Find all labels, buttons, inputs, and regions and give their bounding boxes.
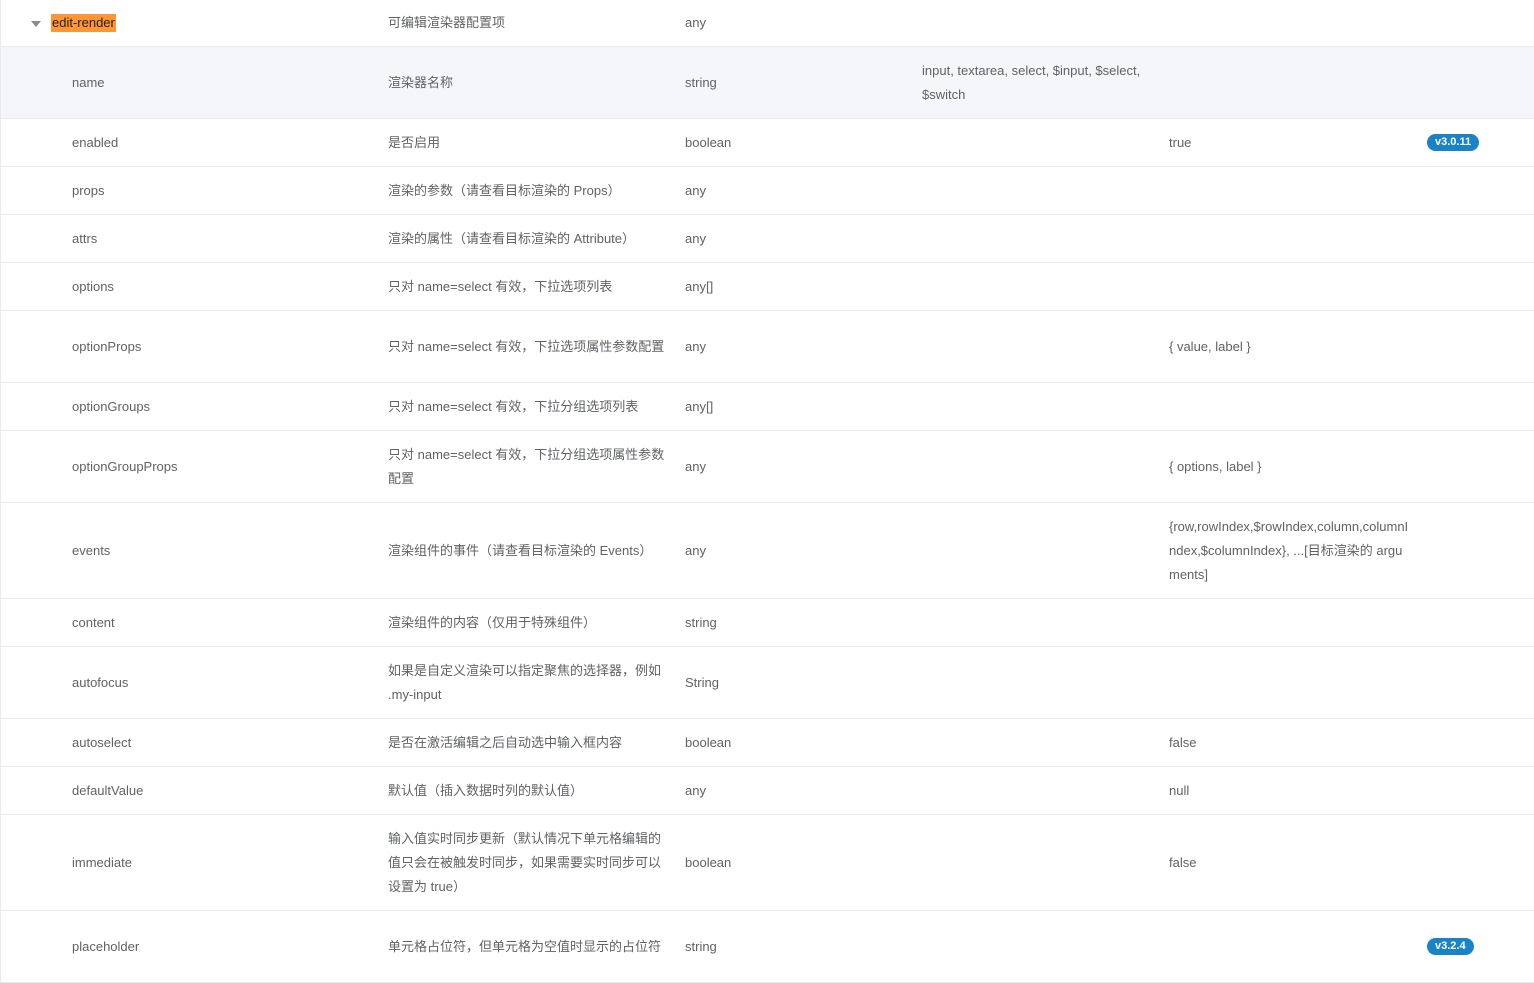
default-cell: false [1169,734,1197,750]
table-row[interactable]: attrs 渲染的属性（请查看目标渲染的 Attribute） any [1,215,1534,263]
type-cell: any [685,15,706,30]
name-cell: optionProps [72,338,142,354]
expand-caret-icon[interactable] [31,20,41,27]
table-row[interactable]: placeholder 单元格占位符，但单元格为空值时显示的占位符 string… [1,911,1534,983]
name-cell: name [72,74,105,90]
table-row[interactable]: content 渲染组件的内容（仅用于特殊组件） string [1,599,1534,647]
name-cell: autoselect [72,734,132,750]
table-row[interactable]: autofocus 如果是自定义渲染可以指定聚焦的选择器，例如 .my-inpu… [1,647,1534,719]
enum-cell: input, textarea, select, $input, $select… [922,62,1141,102]
desc-cell: 是否启用 [388,134,441,150]
type-cell: boolean [685,734,732,750]
name-cell: autofocus [72,674,129,690]
type-cell: string [685,74,717,90]
type-cell: boolean [685,134,732,150]
type-cell: any [685,230,706,246]
desc-cell: 只对 name=select 有效，下拉分组选项列表 [388,398,639,414]
table-row-parent[interactable]: edit-render 可编辑渲染器配置项 any [1,0,1534,47]
type-cell: any [685,542,706,558]
desc-cell: 只对 name=select 有效，下拉选项列表 [388,278,613,294]
name-cell: props [72,182,105,198]
desc-cell: 只对 name=select 有效，下拉分组选项属性参数配置 [388,446,665,486]
table-row[interactable]: optionProps 只对 name=select 有效，下拉选项属性参数配置… [1,311,1534,383]
desc-cell: 是否在激活编辑之后自动选中输入框内容 [388,734,623,750]
name-cell: options [72,278,114,294]
type-cell: String [685,674,719,690]
table-row[interactable]: optionGroupProps 只对 name=select 有效，下拉分组选… [1,431,1534,503]
name-cell: optionGroups [72,398,151,414]
desc-cell: 渲染组件的事件（请查看目标渲染的 Events） [388,542,653,558]
table-row[interactable]: options 只对 name=select 有效，下拉选项列表 any[] [1,263,1534,311]
default-cell: { options, label } [1169,458,1262,474]
default-cell: null [1169,782,1190,798]
desc-cell: 可编辑渲染器配置项 [388,15,506,30]
search-highlight: edit-render [51,14,116,32]
name-cell: enabled [72,134,119,150]
desc-cell: 如果是自定义渲染可以指定聚焦的选择器，例如 .my-input [388,662,662,702]
desc-cell: 输入值实时同步更新（默认情况下单元格编辑的值只会在被触发时同步，如果需要实时同步… [388,830,662,894]
table-row[interactable]: immediate 输入值实时同步更新（默认情况下单元格编辑的值只会在被触发时同… [1,815,1534,911]
default-cell: false [1169,854,1197,870]
name-cell: immediate [72,854,132,870]
type-cell: any[] [685,398,714,414]
name-cell: placeholder [72,938,140,954]
type-cell: string [685,938,717,954]
default-cell: { value, label } [1169,338,1251,354]
version-badge: v3.0.11 [1427,134,1480,151]
default-cell: {row,rowIndex,$rowIndex,column,columnInd… [1169,518,1409,582]
table-row[interactable]: events 渲染组件的事件（请查看目标渲染的 Events） any {row… [1,503,1534,599]
desc-cell: 只对 name=select 有效，下拉选项属性参数配置 [388,338,665,354]
desc-cell: 单元格占位符，但单元格为空值时显示的占位符 [388,938,662,954]
type-cell: any [685,338,706,354]
desc-cell: 渲染器名称 [388,74,454,90]
desc-cell: 渲染组件的内容（仅用于特殊组件） [388,614,597,630]
type-cell: any [685,782,706,798]
type-cell: any [685,458,706,474]
name-cell: events [72,542,111,558]
desc-cell: 渲染的参数（请查看目标渲染的 Props） [388,182,621,198]
name-cell: defaultValue [72,782,144,798]
desc-cell: 渲染的属性（请查看目标渲染的 Attribute） [388,230,636,246]
version-cell: v3.2.4 [1427,911,1527,982]
table-row[interactable]: autoselect 是否在激活编辑之后自动选中输入框内容 boolean fa… [1,719,1534,767]
type-cell: boolean [685,854,732,870]
version-cell: v3.0.11 [1427,119,1527,166]
type-cell: string [685,614,717,630]
table-row[interactable]: name 渲染器名称 string input, textarea, selec… [1,47,1534,119]
type-cell: any [685,182,706,198]
name-cell: edit-render [31,0,116,46]
table-row[interactable]: optionGroups 只对 name=select 有效，下拉分组选项列表 … [1,383,1534,431]
default-cell: true [1169,134,1192,150]
name-cell: content [72,614,115,630]
name-cell: optionGroupProps [72,458,178,474]
table-row[interactable]: props 渲染的参数（请查看目标渲染的 Props） any [1,167,1534,215]
desc-cell: 默认值（插入数据时列的默认值） [388,782,584,798]
type-cell: any[] [685,278,714,294]
api-table: edit-render 可编辑渲染器配置项 any name 渲染器名称 str… [0,0,1534,983]
version-badge: v3.2.4 [1427,938,1474,955]
table-row[interactable]: defaultValue 默认值（插入数据时列的默认值） any null [1,767,1534,815]
name-cell: attrs [72,230,98,246]
table-row[interactable]: enabled 是否启用 boolean true v3.0.11 [1,119,1534,167]
